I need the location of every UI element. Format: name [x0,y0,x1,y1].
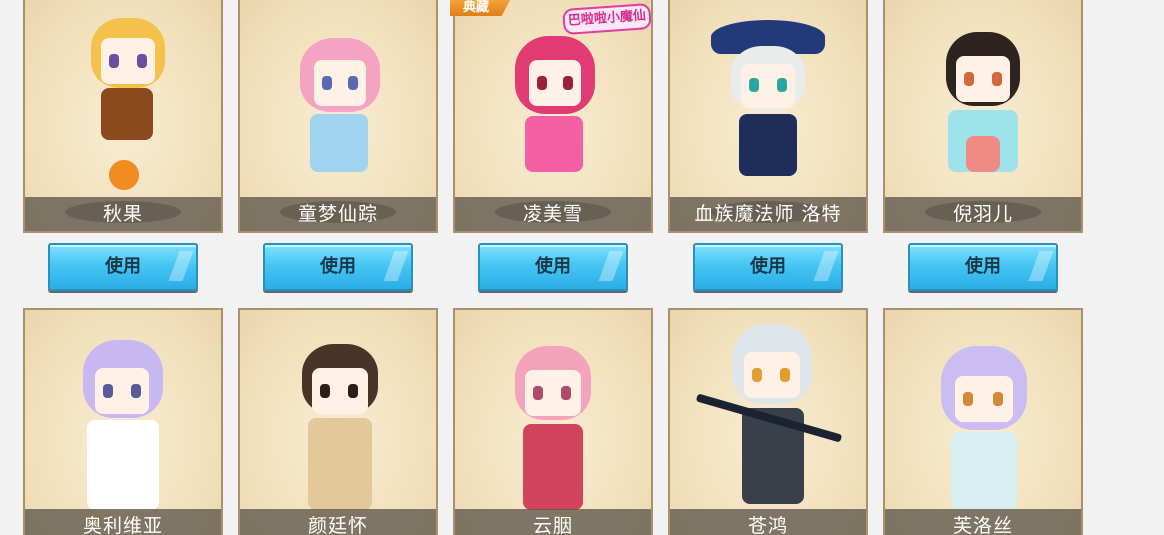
use-button-tongmengxianzong[interactable]: 使用 [263,243,413,291]
skin-name: 童梦仙踪 [240,197,436,231]
skin-card-yantinghuai[interactable]: 颜廷怀 [238,308,438,535]
use-button-luote[interactable]: 使用 [693,243,843,291]
skin-name: 倪羽儿 [885,197,1081,231]
skin-card-lingmeixue[interactable]: 凌美雪 [453,0,653,233]
skin-name: 奥利维亚 [25,509,221,535]
skin-card-fuluosi[interactable]: 芙洛丝 [883,308,1083,535]
skin-art [455,310,651,535]
skin-card-canghong[interactable]: 苍鸿 [668,308,868,535]
skin-grid: 秋果 童梦仙踪 凌美雪 血族魔法师 洛特 倪羽儿 典藏 巴啦啦小魔仙 使用 使用… [0,0,1164,535]
skin-name: 凌美雪 [455,197,651,231]
skin-card-qiuguo[interactable]: 秋果 [23,0,223,233]
collection-badge: 典藏 [450,0,510,16]
skin-name: 苍鸿 [670,509,866,535]
skin-art [670,310,866,535]
skin-art [25,310,221,535]
skin-name: 血族魔法师 洛特 [670,197,866,231]
skin-name: 秋果 [25,197,221,231]
skin-card-tongmengxianzong[interactable]: 童梦仙踪 [238,0,438,233]
skin-name: 颜廷怀 [240,509,436,535]
skin-name: 芙洛丝 [885,509,1081,535]
skin-card-aoliweiya[interactable]: 奥利维亚 [23,308,223,535]
skin-name: 云胭 [455,509,651,535]
skin-art [885,310,1081,535]
skin-card-niyuer[interactable]: 倪羽儿 [883,0,1083,233]
use-button-lingmeixue[interactable]: 使用 [478,243,628,291]
use-button-niyuer[interactable]: 使用 [908,243,1058,291]
skin-card-yunyan[interactable]: 云胭 [453,308,653,535]
use-button-qiuguo[interactable]: 使用 [48,243,198,291]
skin-art [240,310,436,535]
skin-card-xuezumofashi-luote[interactable]: 血族魔法师 洛特 [668,0,868,233]
